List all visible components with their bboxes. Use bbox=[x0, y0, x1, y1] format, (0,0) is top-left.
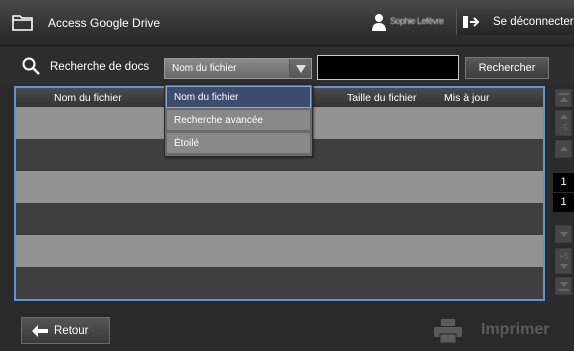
last-page-icon bbox=[559, 282, 569, 291]
dropdown-option-starred[interactable]: Étoilé bbox=[166, 132, 311, 154]
title-bar: Access Google Drive Sophie Lefèvre Se dé… bbox=[0, 0, 574, 46]
user-name: Sophie Lefèvre bbox=[390, 16, 444, 26]
dropdown-option-advanced[interactable]: Recherche avancée bbox=[166, 109, 311, 131]
down-5-icon: +5 bbox=[559, 252, 569, 269]
down-step-label: +5 bbox=[559, 252, 569, 261]
first-page-icon bbox=[559, 93, 569, 102]
table-row[interactable] bbox=[16, 267, 543, 299]
chevron-up-icon bbox=[560, 146, 568, 151]
printer-icon bbox=[434, 319, 462, 344]
back-button[interactable]: Retour bbox=[21, 317, 110, 344]
total-pages: 1 bbox=[553, 193, 574, 212]
dropdown-option-filename[interactable]: Nom du fichier bbox=[166, 86, 311, 108]
column-header-updated[interactable]: Mis à jour bbox=[444, 92, 490, 104]
search-type-dropdown: Nom du fichier Recherche avancée Étoilé bbox=[164, 84, 313, 157]
folder-icon bbox=[12, 15, 33, 31]
search-label: Recherche de docs bbox=[50, 61, 150, 73]
print-button[interactable]: Imprimer bbox=[427, 314, 574, 348]
current-page: 1 bbox=[553, 173, 574, 192]
logout-icon bbox=[463, 16, 479, 28]
select-arrow-button[interactable] bbox=[289, 59, 311, 78]
logout-button[interactable]: Se déconnecter bbox=[456, 9, 574, 35]
column-header-size[interactable]: Taille du fichier bbox=[347, 92, 416, 104]
back-label: Retour bbox=[54, 325, 89, 337]
table-row[interactable] bbox=[16, 171, 543, 203]
up-step-label: -5 bbox=[560, 123, 568, 132]
logout-label: Se déconnecter bbox=[493, 16, 574, 28]
last-page-button[interactable] bbox=[555, 277, 572, 295]
chevron-down-icon bbox=[560, 232, 568, 237]
print-label: Imprimer bbox=[481, 321, 550, 338]
arrow-left-icon bbox=[32, 325, 48, 337]
bottom-bar: Retour Imprimer bbox=[0, 309, 574, 351]
chevron-down-icon bbox=[296, 65, 306, 73]
up-5-icon: -5 bbox=[560, 114, 568, 132]
table-row[interactable] bbox=[16, 203, 543, 235]
app-title: Access Google Drive bbox=[48, 16, 161, 30]
search-button[interactable]: Rechercher bbox=[465, 57, 549, 79]
search-type-select[interactable]: Nom du fichier bbox=[164, 58, 312, 79]
page-up-5-button[interactable]: -5 bbox=[555, 110, 572, 136]
table-row[interactable] bbox=[16, 235, 543, 267]
search-row: Recherche de docs Nom du fichier Recherc… bbox=[0, 47, 574, 84]
search-icon bbox=[22, 57, 40, 75]
page-up-button[interactable] bbox=[555, 140, 572, 158]
column-header-name[interactable]: Nom du fichier bbox=[54, 92, 122, 104]
first-page-button[interactable] bbox=[555, 89, 572, 107]
pagination-panel: -5 1 1 +5 bbox=[553, 86, 574, 301]
user-icon bbox=[372, 14, 386, 31]
page-down-button[interactable] bbox=[555, 225, 572, 243]
search-type-value: Nom du fichier bbox=[172, 63, 237, 74]
search-input[interactable] bbox=[317, 55, 459, 80]
page-down-5-button[interactable]: +5 bbox=[555, 248, 572, 274]
